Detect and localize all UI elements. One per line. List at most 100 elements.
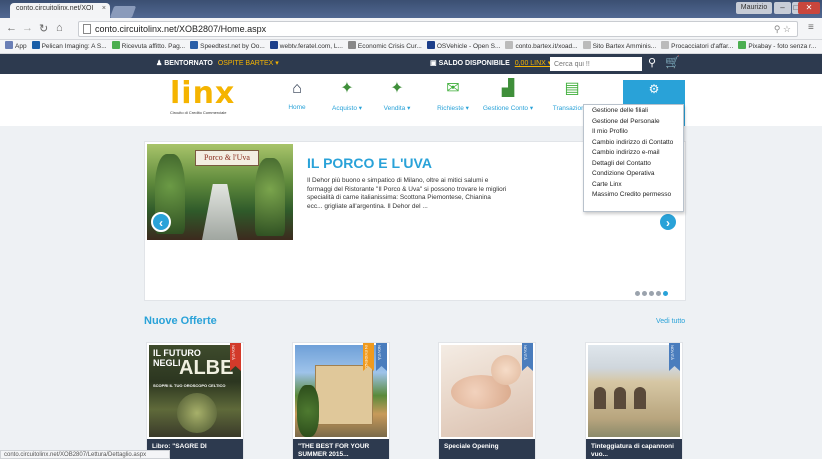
slider-prev-button[interactable]: ‹ bbox=[151, 212, 171, 232]
home-browser-icon[interactable]: ⌂ bbox=[56, 22, 63, 34]
window-close-button[interactable]: ✕ bbox=[798, 2, 820, 14]
bookmark-label: Ricevuta affitto. Pag... bbox=[121, 43, 186, 50]
bookmark-item[interactable]: webtv.feratel.com, L... bbox=[269, 40, 343, 53]
linx-logo[interactable]: linx Circuito di Credito Commerciale bbox=[170, 79, 240, 119]
settings-icon: ⚙ bbox=[648, 82, 660, 96]
status-bar: conto.circuitolinx.net/XOB2807/Lettura/D… bbox=[0, 450, 170, 459]
greeting-text: BENTORNATO bbox=[164, 60, 213, 67]
slider-dot[interactable] bbox=[656, 291, 661, 296]
book-cover-image: IL FUTURO NEGLI ALBE SCOPRI IL TUO OROSC… bbox=[149, 345, 241, 437]
bookmark-icon bbox=[582, 41, 591, 49]
bookmark-label: Procacciatori d'affar... bbox=[671, 43, 734, 50]
dropdown-item[interactable]: Il mio Profilo bbox=[584, 127, 683, 138]
address-bar[interactable]: conto.circuitolinx.net/XOB2807/Home.aspx… bbox=[78, 21, 798, 37]
balance[interactable]: ▣ SALDO DISPONIBILE 0,00 LINX ▾ bbox=[430, 59, 551, 67]
offer-card[interactable]: NOVITÀ Tinteggiatura di capannoni vuo... bbox=[585, 342, 683, 459]
bookmark-icon bbox=[426, 41, 435, 49]
minimize-button[interactable]: – bbox=[774, 2, 791, 14]
cover-big: ALBE bbox=[179, 357, 234, 379]
dropdown-item[interactable]: Gestione del Personale bbox=[584, 117, 683, 128]
offer-caption: "THE BEST FOR YOUR SUMMER 2015... bbox=[293, 439, 389, 459]
balance-amount[interactable]: 0,00 LINX ▾ bbox=[515, 60, 552, 67]
bookmark-icon bbox=[505, 41, 514, 49]
slider-dots bbox=[633, 289, 668, 298]
offer-caption: Speciale Opening bbox=[439, 439, 535, 459]
user-greeting[interactable]: ♟ BENTORNATO OSPITE BARTEX ▾ bbox=[156, 59, 279, 67]
cart-icon[interactable]: 🛒 bbox=[665, 55, 680, 69]
back-icon[interactable]: ← bbox=[6, 22, 17, 34]
bookmark-item[interactable]: Pelican Imaging: A S... bbox=[31, 40, 107, 53]
offer-card[interactable]: IL FUTURO NEGLI ALBE SCOPRI IL TUO OROSC… bbox=[146, 342, 244, 459]
bookmark-label: Economic Crisis Cur... bbox=[357, 43, 422, 50]
dropdown-item[interactable]: Cambio indirizzo di Contatto bbox=[584, 138, 683, 149]
menu-item-chart[interactable]: ▟ Gestione Conto ▾ bbox=[473, 80, 543, 112]
bookmark-item[interactable]: Economic Crisis Cur... bbox=[347, 40, 422, 53]
reload-icon[interactable]: ↻ bbox=[39, 22, 48, 35]
bookmark-icon bbox=[347, 41, 356, 49]
bookmarks-bar: App Pelican Imaging: A S... Ricevuta affit… bbox=[0, 40, 822, 54]
wallet-icon: ▣ bbox=[430, 60, 437, 67]
dropdown-item[interactable]: Carte Linx bbox=[584, 180, 683, 191]
restaurant-sign: Porco & l'Uva bbox=[195, 150, 259, 166]
bookmark-item[interactable]: conto.bartex.it/xoad... bbox=[505, 40, 578, 53]
profile-button[interactable]: Maurizio bbox=[736, 2, 772, 14]
browser-tab[interactable]: conto.circuitolinx.net/XOI × bbox=[10, 3, 110, 18]
bookmark-item[interactable]: Sito Bartex Amminis... bbox=[582, 40, 656, 53]
bookmark-icon bbox=[190, 41, 199, 49]
bookmark-label: App bbox=[15, 43, 27, 50]
guest-name[interactable]: OSPITE BARTEX ▾ bbox=[218, 60, 279, 67]
tab-close-icon[interactable]: × bbox=[102, 5, 106, 12]
spa-image bbox=[441, 345, 533, 437]
bookmark-label: Speedtest.net by Oo... bbox=[200, 43, 265, 50]
bookmark-icon bbox=[5, 41, 13, 49]
bookmark-label: OSVehicle - Open S... bbox=[436, 43, 501, 50]
bookmark-label: Pelican Imaging: A S... bbox=[41, 43, 107, 50]
bookmark-item[interactable]: Speedtest.net by Oo... bbox=[190, 40, 265, 53]
slider-next-button[interactable]: › bbox=[658, 212, 678, 232]
page-icon bbox=[83, 24, 91, 34]
see-all-link[interactable]: Vedi tutto bbox=[656, 318, 685, 325]
browser-menu-icon[interactable]: ≡ bbox=[808, 22, 814, 33]
dropdown-item[interactable]: Cambio indirizzo e-mail bbox=[584, 148, 683, 159]
slider-dot[interactable] bbox=[649, 291, 654, 296]
bookmark-icon bbox=[661, 41, 670, 49]
account-dropdown: Gestione delle filiali Gestione del Perso… bbox=[583, 104, 684, 212]
offer-card[interactable]: NOVITÀ Speciale Opening bbox=[438, 342, 536, 459]
bookmark-item[interactable]: Procacciatori d'affar... bbox=[661, 40, 734, 53]
bookmark-label: Pixabay - foto senza r... bbox=[748, 43, 817, 50]
bookmark-icon bbox=[111, 41, 120, 49]
search-icon[interactable]: ⚲ bbox=[648, 56, 656, 69]
logo-text: linx bbox=[170, 76, 236, 111]
chart-icon: ▟ bbox=[501, 80, 515, 97]
dropdown-item[interactable]: Massimo Credito permesso bbox=[584, 190, 683, 201]
site-search-input[interactable] bbox=[550, 57, 642, 71]
offer-caption: Tinteggiatura di capannoni vuo... bbox=[586, 439, 682, 459]
cover-sub: SCOPRI IL TUO OROSCOPO CELTICO bbox=[153, 383, 226, 388]
bookmark-item[interactable]: OSVehicle - Open S... bbox=[426, 40, 501, 53]
tab-title: conto.circuitolinx.net/XOI bbox=[16, 5, 94, 12]
bookmark-item[interactable]: Ricevuta affitto. Pag... bbox=[111, 40, 186, 53]
hero-title[interactable]: IL PORCO E L'UVA bbox=[307, 155, 432, 171]
dropdown-item[interactable]: Dettagli del Contatto bbox=[584, 159, 683, 170]
offer-card[interactable]: NOVITÀ IN EVIDENZA "THE BEST FOR YOUR SU… bbox=[292, 342, 390, 459]
bookmark-icon bbox=[738, 41, 747, 49]
slider-dot[interactable] bbox=[642, 291, 647, 296]
cover-line2: NEGLI bbox=[153, 358, 181, 368]
site-header: linx Circuito di Credito Commerciale ⌂ Ho… bbox=[0, 74, 822, 126]
building-image bbox=[588, 345, 680, 437]
url-text: conto.circuitolinx.net/XOB2807/Home.aspx bbox=[95, 24, 267, 34]
bookmark-icon bbox=[269, 41, 278, 49]
bookmark-item[interactable]: App bbox=[5, 40, 27, 53]
slider-dot[interactable] bbox=[635, 291, 640, 296]
bookmark-star-icon[interactable]: ⚲ ☆ bbox=[774, 22, 791, 36]
dropdown-item[interactable]: Condizione Operativa bbox=[584, 169, 683, 180]
transactions-icon: ▤ bbox=[564, 80, 580, 97]
bookmark-item[interactable]: Pixabay - foto senza r... bbox=[738, 40, 817, 53]
dropdown-item[interactable]: Gestione delle filiali bbox=[584, 106, 683, 117]
bookmark-label: webtv.feratel.com, L... bbox=[279, 43, 343, 50]
bookmark-label: conto.bartex.it/xoad... bbox=[515, 43, 578, 50]
new-tab-button[interactable] bbox=[109, 6, 137, 18]
slider-dot[interactable] bbox=[663, 291, 668, 296]
offers-title: Nuove Offerte bbox=[144, 315, 217, 327]
forward-icon[interactable]: → bbox=[22, 22, 33, 34]
